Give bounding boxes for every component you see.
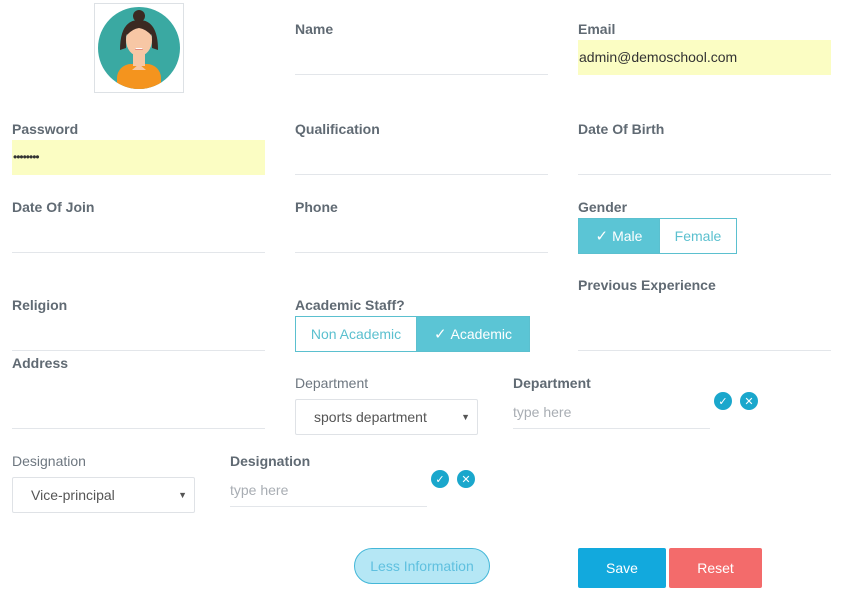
cancel-designation-icon[interactable]: ✕ <box>457 470 475 488</box>
gender-female-label: Female <box>674 228 722 244</box>
qualification-label: Qualification <box>295 121 380 137</box>
designation-new-input[interactable]: type here <box>230 475 427 507</box>
academic-toggle: Non Academic ✓ Academic <box>295 316 530 352</box>
non-academic-button[interactable]: Non Academic <box>295 316 417 352</box>
reset-button[interactable]: Reset <box>669 548 762 588</box>
religion-input[interactable] <box>12 317 265 351</box>
check-icon: ✓ <box>433 326 447 343</box>
password-label: Password <box>12 121 79 137</box>
phone-input[interactable] <box>295 219 548 253</box>
chevron-down-icon: ▼ <box>178 490 187 500</box>
academic-label: Academic <box>450 326 513 342</box>
password-input[interactable]: •••••••• <box>12 140 265 175</box>
name-label: Name <box>295 21 334 37</box>
cancel-department-icon[interactable]: ✕ <box>740 392 758 410</box>
name-input[interactable] <box>295 41 548 75</box>
user-avatar-icon <box>98 7 180 89</box>
department-select-label: Department <box>295 375 369 391</box>
department-new-label: Department <box>513 375 591 391</box>
department-select[interactable]: sports department ▼ <box>295 399 478 435</box>
phone-label: Phone <box>295 199 338 215</box>
qualification-input[interactable] <box>295 141 548 175</box>
designation-new-label: Designation <box>230 453 311 469</box>
email-input[interactable]: admin@demoschool.com <box>578 40 831 75</box>
doj-input[interactable] <box>12 219 265 253</box>
gender-male-label: Male <box>612 228 643 244</box>
previous-experience-label: Previous Experience <box>578 277 716 293</box>
designation-select[interactable]: Vice-principal ▼ <box>12 477 195 513</box>
avatar[interactable] <box>94 3 184 93</box>
doj-label: Date Of Join <box>12 199 95 215</box>
confirm-department-icon[interactable]: ✓ <box>714 392 732 410</box>
dob-label: Date Of Birth <box>578 121 665 137</box>
non-academic-label: Non Academic <box>310 326 402 342</box>
department-new-input[interactable]: type here <box>513 397 710 429</box>
email-label: Email <box>578 21 616 37</box>
department-select-value: sports department <box>314 409 427 425</box>
less-information-button[interactable]: Less Information <box>354 548 490 584</box>
designation-select-label: Designation <box>12 453 86 469</box>
chevron-down-icon: ▼ <box>461 412 470 422</box>
religion-label: Religion <box>12 297 68 313</box>
gender-male-button[interactable]: ✓ Male <box>578 218 660 254</box>
save-button[interactable]: Save <box>578 548 666 588</box>
check-icon: ✓ <box>595 228 609 245</box>
address-input[interactable] <box>12 375 265 429</box>
designation-select-value: Vice-principal <box>31 487 115 503</box>
previous-experience-input[interactable] <box>578 297 831 351</box>
address-label: Address <box>12 355 69 371</box>
confirm-designation-icon[interactable]: ✓ <box>431 470 449 488</box>
gender-label: Gender <box>578 199 628 215</box>
gender-female-button[interactable]: Female <box>660 218 737 254</box>
dob-input[interactable] <box>578 141 831 175</box>
academic-button[interactable]: ✓ Academic <box>417 316 530 352</box>
gender-toggle: ✓ Male Female <box>578 218 737 254</box>
academic-staff-label: Academic Staff? <box>295 297 405 313</box>
